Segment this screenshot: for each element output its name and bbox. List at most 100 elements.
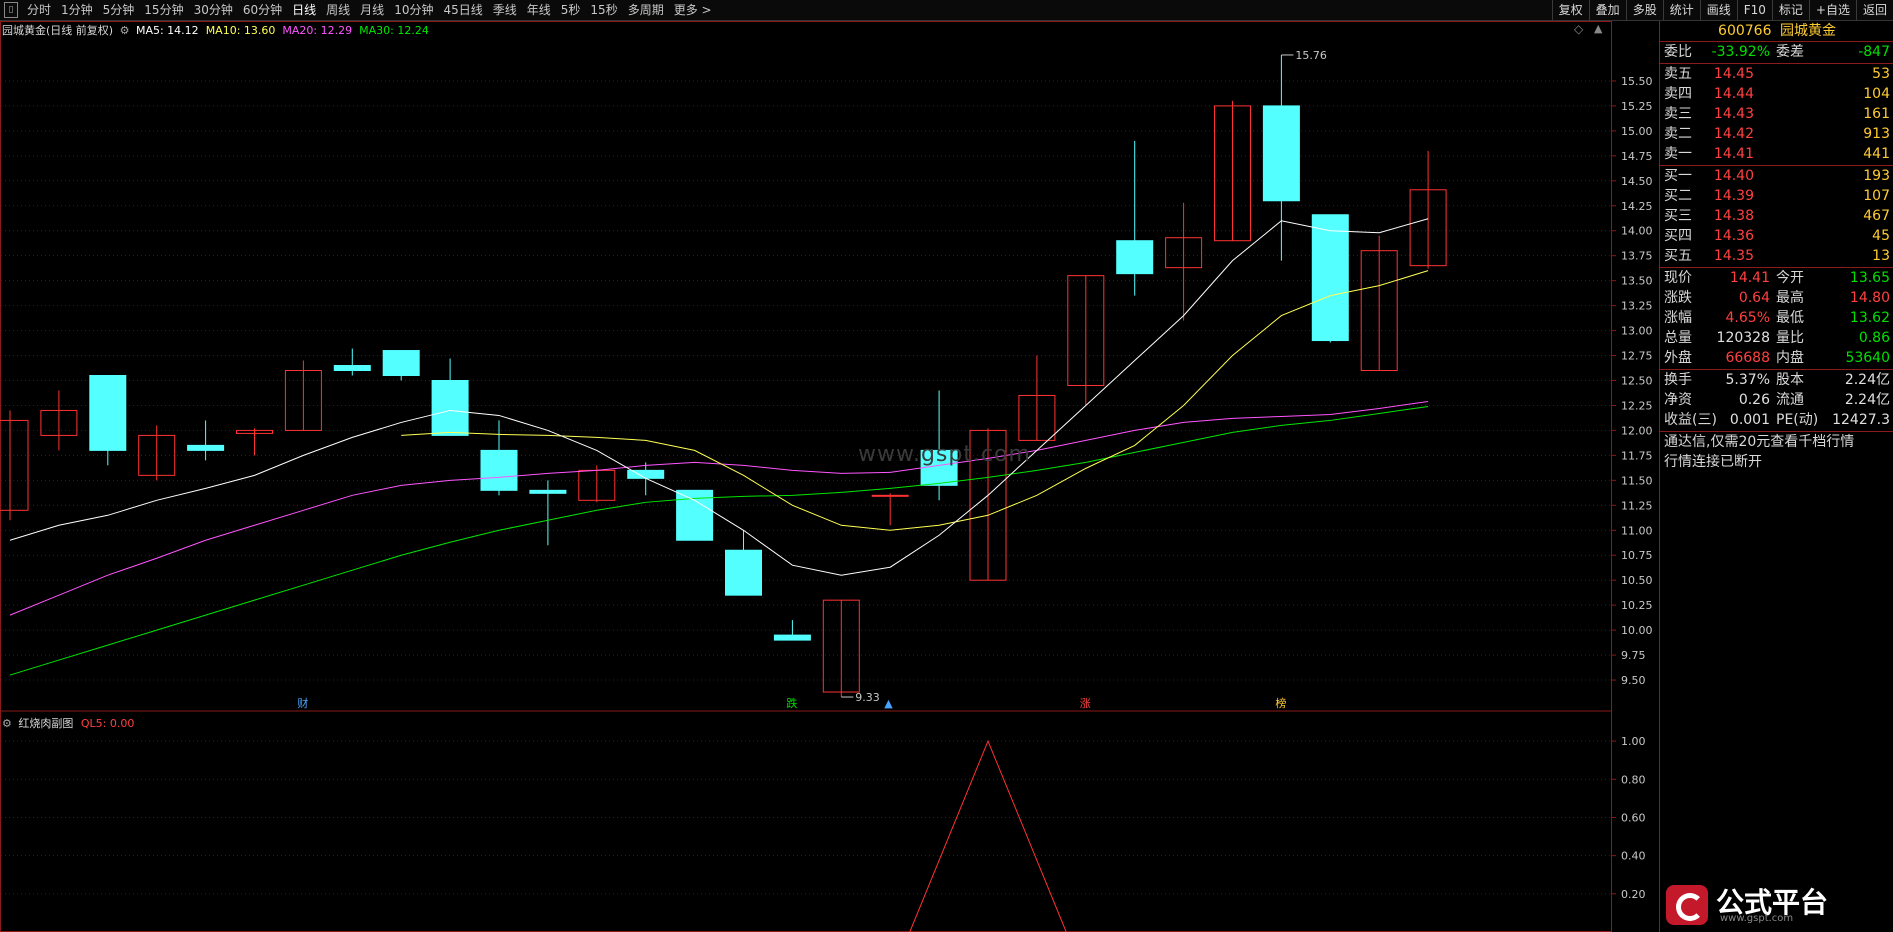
stat-label: 最高 xyxy=(1776,290,1804,306)
y-tick-label: 14.00 xyxy=(1621,225,1653,238)
bid-price: 14.35 xyxy=(1713,248,1754,264)
bid-list: 买一 14.40 193 买二 14.39 107 买三 14.38 467 买四 14.36 45 买… xyxy=(1660,166,1893,266)
bid-volume: 13 xyxy=(1872,248,1890,264)
tab-5[interactable]: 60分钟 xyxy=(238,0,287,20)
ask-label: 卖二 xyxy=(1664,126,1692,142)
tab-8[interactable]: 月线 xyxy=(355,0,389,20)
stat-value: 0.86 xyxy=(1858,330,1890,346)
ask-row: 卖三 14.43 161 xyxy=(1660,104,1893,124)
tab-3[interactable]: 15分钟 xyxy=(139,0,188,20)
bid-label: 买一 xyxy=(1664,168,1692,184)
tab-14[interactable]: 15秒 xyxy=(585,0,622,20)
bid-price: 14.39 xyxy=(1713,188,1754,204)
tab-9[interactable]: 10分钟 xyxy=(389,0,438,20)
y-tick-label: 10.75 xyxy=(1621,549,1653,562)
toolbar-button-1[interactable]: 叠加 xyxy=(1588,0,1626,20)
y-tick-label: 11.75 xyxy=(1621,449,1653,462)
fin-value: 2.24亿 xyxy=(1844,392,1890,408)
stat-label: 量比 xyxy=(1776,330,1804,346)
stat-label: 最低 xyxy=(1776,310,1804,326)
fin-label: 流通 xyxy=(1776,392,1804,408)
fin-value: 0.001 xyxy=(1729,412,1770,428)
toolbar-button-6[interactable]: 标记 xyxy=(1771,0,1809,20)
scroll-up-icon[interactable]: ▲ xyxy=(1594,22,1602,35)
tab-10[interactable]: 45日线 xyxy=(438,0,487,20)
stat-label: 外盘 xyxy=(1664,350,1692,366)
y-tick-label: 15.00 xyxy=(1621,125,1653,138)
ask-list: 卖五 14.45 53 卖四 14.44 104 卖三 14.43 161 卖二 14.42 913 卖… xyxy=(1660,64,1893,164)
toolbar-button-4[interactable]: 画线 xyxy=(1699,0,1737,20)
bid-price: 14.36 xyxy=(1713,228,1754,244)
stat-row: 涨跌 0.64 最高 14.80 xyxy=(1660,288,1893,308)
tab-6[interactable]: 日线 xyxy=(287,0,321,20)
candle-body-down xyxy=(1311,214,1349,342)
ask-label: 卖一 xyxy=(1664,146,1692,162)
fin-row: 收益(三) 0.001 PE(动) 12427.3 xyxy=(1660,410,1893,430)
tab-1[interactable]: 1分钟 xyxy=(56,0,98,20)
toolbar-right-buttons: 复权 叠加 多股 统计 画线 F10 标记 +自选 返回 xyxy=(1551,0,1893,20)
toolbar-button-8[interactable]: 返回 xyxy=(1855,0,1893,20)
candle-body-down xyxy=(773,634,811,641)
stock-name: 园城黄金 xyxy=(1779,23,1836,39)
watermark: www.gspt.com xyxy=(858,442,1031,467)
bid-volume: 193 xyxy=(1863,168,1890,184)
quote-stats: 现价 14.41 今开 13.65 涨跌 0.64 最高 14.80 涨幅 4.65% 最低 13.6… xyxy=(1660,268,1893,368)
stat-label: 现价 xyxy=(1664,270,1692,286)
financial-stats: 换手 5.37% 股本 2.24亿 净资 0.26 流通 2.24亿 收益(三) 0.001 PE(… xyxy=(1660,370,1893,430)
tab-4[interactable]: 30分钟 xyxy=(189,0,238,20)
y-tick-label: 14.50 xyxy=(1621,175,1653,188)
y-tick-label: 15.25 xyxy=(1621,100,1653,113)
candle-body-down xyxy=(1116,240,1154,275)
high-label: 15.76 xyxy=(1295,49,1327,62)
y-tick-label: 13.25 xyxy=(1621,300,1653,313)
bid-row: 买五 14.35 13 xyxy=(1660,246,1893,266)
fin-value: 0.26 xyxy=(1738,392,1770,408)
tab-0[interactable]: 分时 xyxy=(22,0,56,20)
tab-7[interactable]: 周线 xyxy=(321,0,355,20)
period-tabs: ▯ 分时 1分钟 5分钟 15分钟 30分钟 60分钟 日线 周线 月线 10分钟 45日线 季线 年线… xyxy=(0,0,717,20)
tab-13[interactable]: 5秒 xyxy=(556,0,586,20)
y-tick-label: 14.25 xyxy=(1621,200,1653,213)
ask-volume: 441 xyxy=(1863,146,1890,162)
y-tick-label: 14.75 xyxy=(1621,150,1653,163)
stat-value: 0.64 xyxy=(1738,290,1770,306)
sub-y-tick-label: 0.60 xyxy=(1621,811,1646,824)
notice-upgrade[interactable]: 通达信,仅需20元查看千档行情 xyxy=(1660,432,1893,452)
fin-label: 换手 xyxy=(1664,372,1692,388)
ask-price: 14.41 xyxy=(1713,146,1754,162)
quote-panel: 600766 园城黄金 委比 -33.92% 委差 -847 卖五 14.45 53… xyxy=(1659,21,1893,932)
tab-16[interactable]: 更多 > xyxy=(669,0,717,20)
fin-value: 5.37% xyxy=(1725,372,1770,388)
candle-body-down xyxy=(480,449,518,491)
sub-y-tick-label: 0.80 xyxy=(1621,773,1646,786)
y-tick-label: 12.25 xyxy=(1621,399,1653,412)
bid-volume: 107 xyxy=(1863,188,1890,204)
diamond-icon[interactable]: ◇ xyxy=(1574,22,1583,36)
tab-2[interactable]: 5分钟 xyxy=(98,0,140,20)
event-marker: 涨 xyxy=(1080,697,1091,710)
fin-label: 股本 xyxy=(1776,372,1804,388)
tab-12[interactable]: 年线 xyxy=(522,0,556,20)
bid-label: 买四 xyxy=(1664,228,1692,244)
logo-url: www.gspt.com xyxy=(1720,913,1794,924)
ask-price: 14.42 xyxy=(1713,126,1754,142)
low-label: 9.33 xyxy=(855,691,880,704)
toolbar-button-7[interactable]: +自选 xyxy=(1808,0,1856,20)
toolbar-button-5[interactable]: F10 xyxy=(1736,0,1772,20)
toolbar-button-2[interactable]: 多股 xyxy=(1625,0,1663,20)
toolbar-button-0[interactable]: 复权 xyxy=(1551,0,1589,20)
y-tick-label: 11.50 xyxy=(1621,474,1653,487)
ask-row: 卖二 14.42 913 xyxy=(1660,124,1893,144)
kline-chart[interactable]: 9.50 9.75 10.00 10.25 10.50 10.75 11.00 11.25 11… xyxy=(0,21,1659,932)
stat-label: 涨幅 xyxy=(1664,310,1692,326)
stock-header: 600766 园城黄金 xyxy=(1660,21,1893,41)
sub-y-tick-label: 1.00 xyxy=(1621,735,1646,748)
toolbar-button-3[interactable]: 统计 xyxy=(1662,0,1700,20)
lock-icon[interactable]: ▯ xyxy=(4,2,18,18)
tab-15[interactable]: 多周期 xyxy=(623,0,669,20)
tab-11[interactable]: 季线 xyxy=(488,0,522,20)
ask-volume: 913 xyxy=(1863,126,1890,142)
stat-value: 53640 xyxy=(1845,350,1890,366)
sub-y-tick-label: 0.40 xyxy=(1621,850,1646,863)
fin-value: 12427.3 xyxy=(1832,412,1890,428)
